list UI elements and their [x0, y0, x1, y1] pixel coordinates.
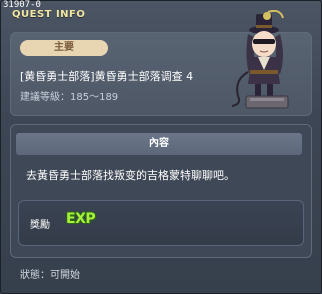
reward-box [18, 200, 304, 246]
quest-type-badge: 主要 [20, 40, 108, 56]
level-separator: ： [60, 92, 70, 103]
status-value: 可開始 [50, 270, 80, 281]
quest-name: [黄昏勇士部落]黄昏勇士部落调查 4 [20, 70, 194, 83]
status-label: 狀態 [20, 270, 40, 281]
window-title: QUEST INFO [12, 9, 86, 20]
status-separator: ： [40, 270, 50, 281]
recommended-level-label: 建議等級 [20, 92, 60, 103]
recommended-level: 建議等級：185～189 [20, 88, 118, 103]
content-header: 內容 [16, 133, 302, 155]
quest-status: 狀態：可開始 [20, 266, 80, 281]
npc-character-icon [231, 10, 289, 109]
content-text: 去黃昏勇士部落找叛变的吉格蒙特聊聊吧。 [26, 169, 235, 182]
recommended-level-value: 185～189 [70, 92, 119, 103]
reward-label: 獎勵 [30, 220, 50, 231]
exp-icon: EXP [66, 211, 96, 227]
